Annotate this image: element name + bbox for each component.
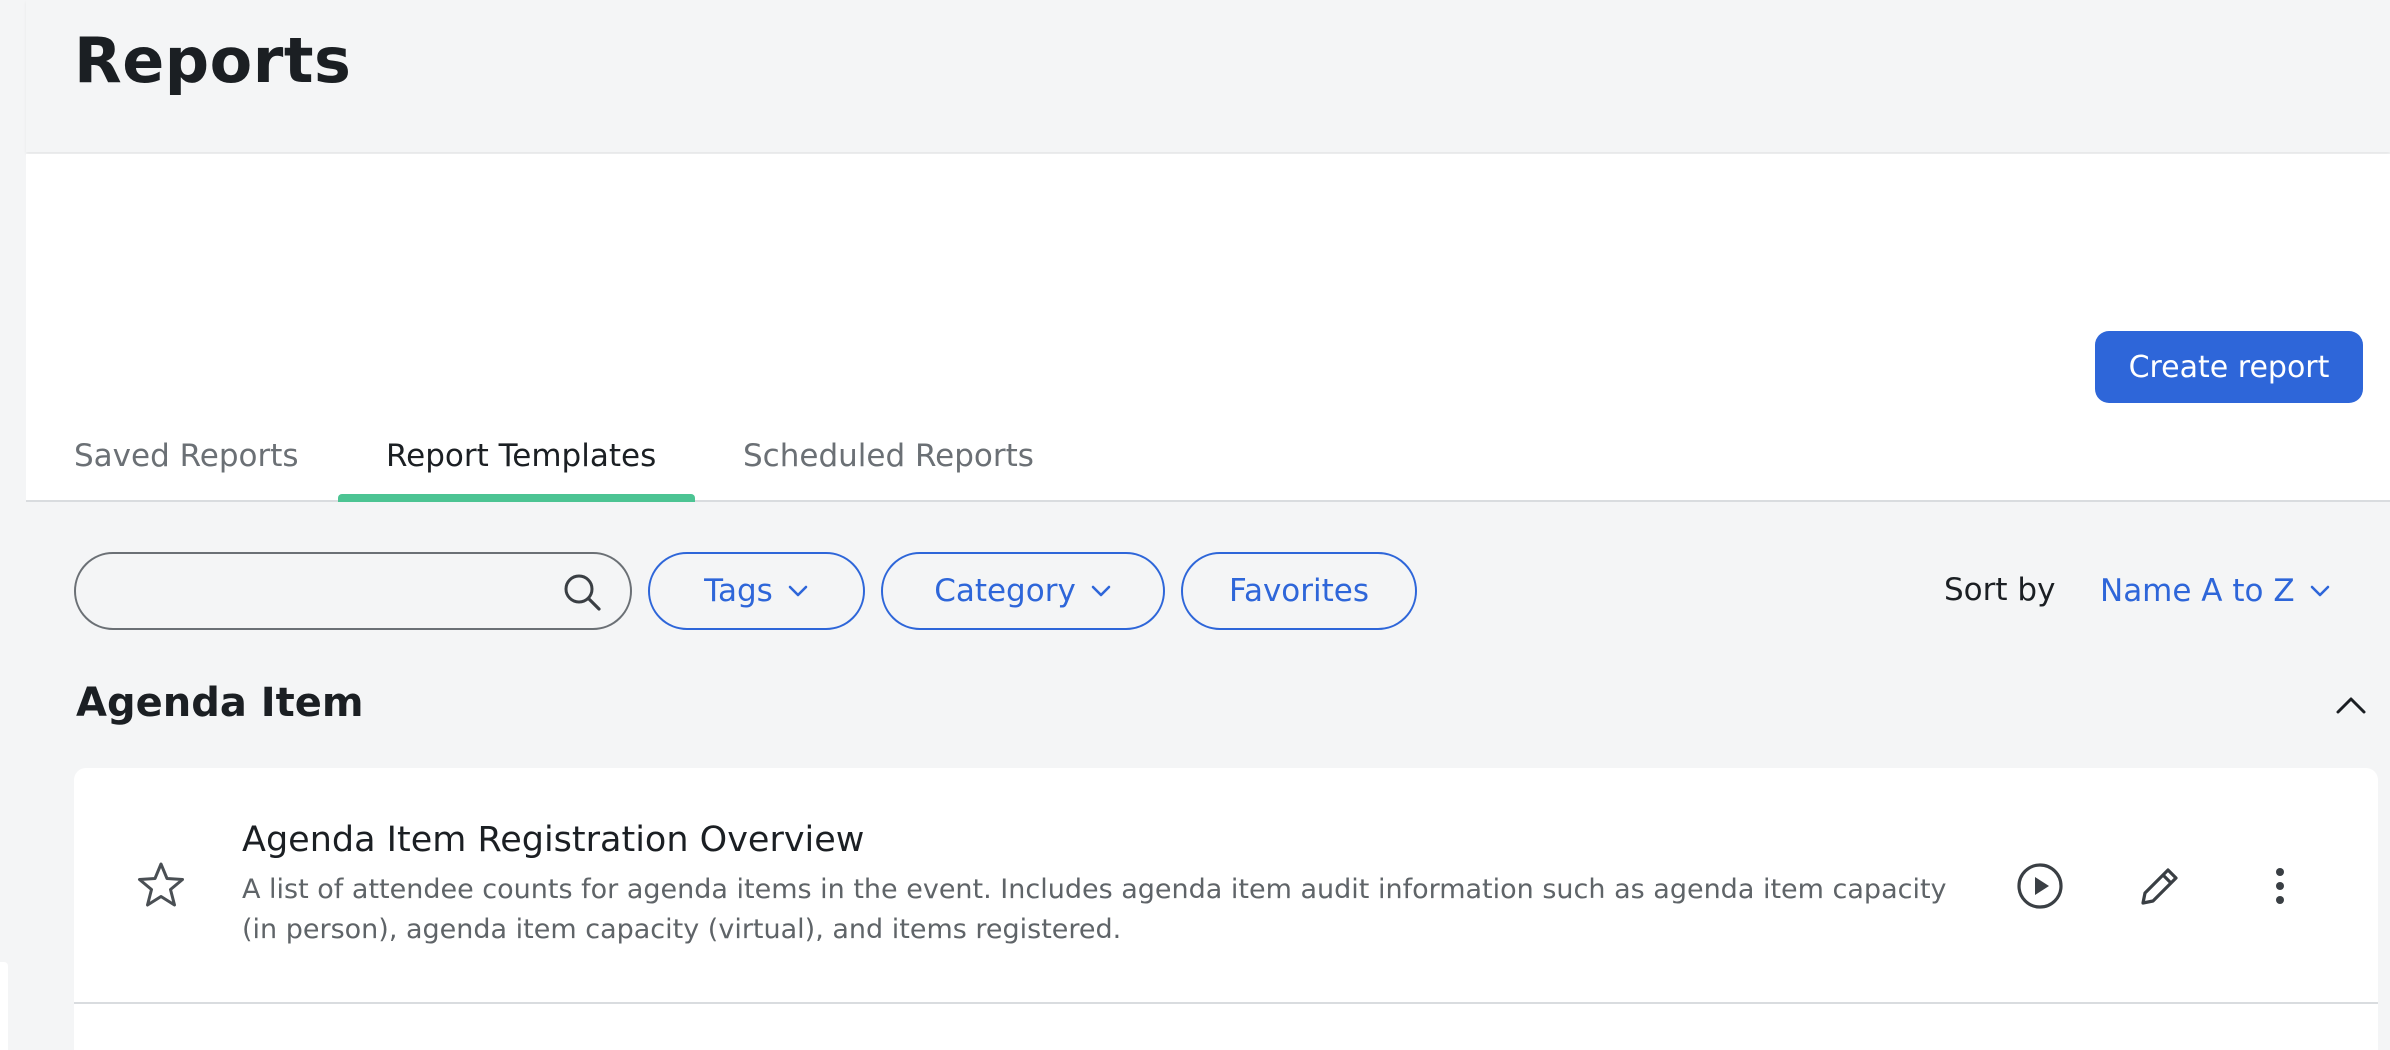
- favorites-filter-label: Favorites: [1228, 573, 1370, 609]
- chevron-down-icon: [2310, 585, 2329, 597]
- tags-filter-button[interactable]: Tags: [648, 552, 865, 630]
- create-report-button[interactable]: Create report: [2095, 331, 2363, 403]
- report-tabs: Saved Reports Report Templates Scheduled…: [26, 420, 2390, 502]
- chevron-up-icon[interactable]: [2334, 692, 2368, 718]
- list-item[interactable]: Agenda Item Registration Overview A list…: [74, 768, 2378, 1004]
- pencil-icon[interactable]: [2134, 860, 2186, 912]
- tab-scheduled-reports[interactable]: Scheduled Reports: [743, 438, 1034, 474]
- chevron-down-icon: [788, 585, 808, 597]
- description-line-2: (in person), agenda item capacity (virtu…: [242, 914, 1122, 945]
- search-input[interactable]: [106, 568, 570, 616]
- left-rail-notch: [0, 962, 8, 1050]
- sort-value: Name A to Z: [2100, 573, 2295, 609]
- category-filter-label: Category: [934, 573, 1076, 609]
- search-box[interactable]: [74, 552, 632, 630]
- category-filter-button[interactable]: Category: [881, 552, 1165, 630]
- page-header: Reports: [26, 0, 2390, 152]
- active-tab-indicator: [338, 494, 695, 502]
- sort-select[interactable]: Name A to Z: [2100, 566, 2331, 616]
- star-icon[interactable]: [136, 860, 186, 910]
- play-icon[interactable]: [2014, 860, 2066, 912]
- more-vertical-icon[interactable]: [2254, 860, 2306, 912]
- tab-report-templates[interactable]: Report Templates: [386, 438, 656, 474]
- page-title: Reports: [74, 24, 352, 97]
- sort-label: Sort by: [1944, 572, 2056, 608]
- section-title: Agenda Item: [76, 680, 364, 726]
- favorites-filter-button[interactable]: Favorites: [1181, 552, 1417, 630]
- description-line-1: A list of attendee counts for agenda ite…: [242, 874, 1947, 905]
- report-template-title[interactable]: Agenda Item Registration Overview: [242, 820, 864, 860]
- tab-saved-reports[interactable]: Saved Reports: [74, 438, 299, 474]
- left-rail: [0, 0, 26, 1050]
- chevron-down-icon: [1091, 585, 1111, 597]
- tags-filter-label: Tags: [704, 573, 773, 609]
- search-icon[interactable]: [562, 572, 602, 612]
- list-item[interactable]: [74, 1004, 2378, 1050]
- report-template-description: A list of attendee counts for agenda ite…: [242, 870, 1962, 950]
